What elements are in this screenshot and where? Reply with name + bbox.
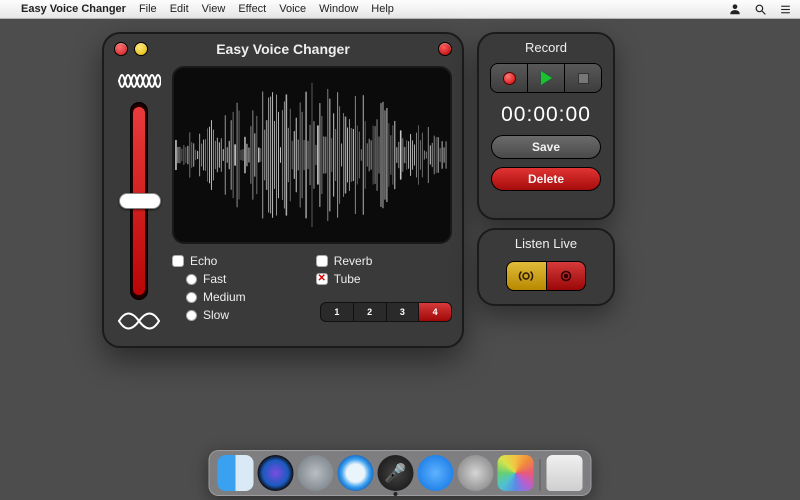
menu-window[interactable]: Window (319, 3, 358, 15)
menu-effect[interactable]: Effect (238, 3, 266, 15)
dock-finder[interactable] (218, 455, 254, 491)
play-icon (541, 71, 552, 85)
play-button[interactable] (528, 64, 565, 92)
stop-button[interactable] (565, 64, 601, 92)
echo-checkbox[interactable]: Echo (172, 254, 246, 268)
notification-center-icon[interactable] (779, 3, 792, 16)
listen-speaker-button[interactable] (507, 262, 547, 290)
low-frequency-icon (117, 304, 161, 338)
window-aux-button[interactable] (438, 42, 452, 56)
speed-fast-label: Fast (203, 272, 226, 286)
dock-trash[interactable] (547, 455, 583, 491)
speaker-off-icon (557, 267, 575, 285)
preset-4[interactable]: 4 (419, 303, 451, 321)
dock-appstore[interactable] (418, 455, 454, 491)
speed-slow-radio[interactable]: Slow (172, 308, 246, 322)
record-timer: 00:00:00 (479, 103, 613, 127)
speed-slow-label: Slow (203, 308, 229, 322)
listen-live-panel: Listen Live (477, 228, 615, 306)
dock-separator (540, 459, 541, 491)
menubar-app-name[interactable]: Easy Voice Changer (21, 3, 126, 15)
effects-options: Echo Fast Medium Slow Reverb (172, 254, 452, 322)
tube-checkbox[interactable]: Tube (316, 272, 373, 286)
window-close-button[interactable] (114, 42, 128, 56)
record-header: Record (479, 34, 613, 59)
speed-medium-label: Medium (203, 290, 246, 304)
high-frequency-icon (117, 64, 161, 98)
tube-label: Tube (334, 272, 361, 286)
dock-launchpad[interactable] (298, 455, 334, 491)
listen-controls (506, 261, 586, 291)
dock-safari[interactable] (338, 455, 374, 491)
speed-fast-radio[interactable]: Fast (172, 272, 246, 286)
menu-voice[interactable]: Voice (279, 3, 306, 15)
reverb-label: Reverb (334, 254, 373, 268)
listen-header: Listen Live (479, 230, 613, 255)
delete-button[interactable]: Delete (491, 167, 601, 191)
pitch-slider-column (110, 64, 168, 338)
window-minimize-button[interactable] (134, 42, 148, 56)
spotlight-search-icon[interactable] (754, 3, 767, 16)
preset-1[interactable]: 1 (321, 303, 354, 321)
menu-file[interactable]: File (139, 3, 157, 15)
window-title: Easy Voice Changer (216, 41, 350, 57)
pitch-slider-thumb[interactable] (119, 193, 161, 209)
preset-3[interactable]: 3 (387, 303, 420, 321)
dock-siri[interactable] (258, 455, 294, 491)
speaker-icon (517, 267, 535, 285)
echo-label: Echo (190, 254, 217, 268)
user-menu-icon[interactable] (728, 2, 742, 16)
menu-help[interactable]: Help (371, 3, 394, 15)
dock-settings[interactable] (458, 455, 494, 491)
pitch-slider[interactable] (130, 102, 148, 300)
transport-controls (490, 63, 602, 93)
macos-menubar: Easy Voice Changer File Edit View Effect… (0, 0, 800, 19)
speed-medium-radio[interactable]: Medium (172, 290, 246, 304)
menu-view[interactable]: View (202, 3, 226, 15)
menu-edit[interactable]: Edit (170, 3, 189, 15)
record-panel: Record 00:00:00 Save Delete (477, 32, 615, 220)
reverb-checkbox[interactable]: Reverb (316, 254, 373, 268)
preset-2[interactable]: 2 (354, 303, 387, 321)
dock: 🎤 (209, 450, 592, 496)
record-button[interactable] (491, 64, 528, 92)
preset-bar: 1 2 3 4 (320, 302, 452, 322)
main-window: Easy Voice Changer (102, 32, 464, 348)
save-button[interactable]: Save (491, 135, 601, 159)
record-icon (503, 72, 516, 85)
waveform-display (172, 66, 452, 244)
stop-icon (578, 73, 589, 84)
dock-voice-changer[interactable]: 🎤 (378, 455, 414, 491)
titlebar: Easy Voice Changer (104, 34, 462, 64)
dock-photos[interactable] (498, 455, 534, 491)
listen-mute-button[interactable] (547, 262, 586, 290)
